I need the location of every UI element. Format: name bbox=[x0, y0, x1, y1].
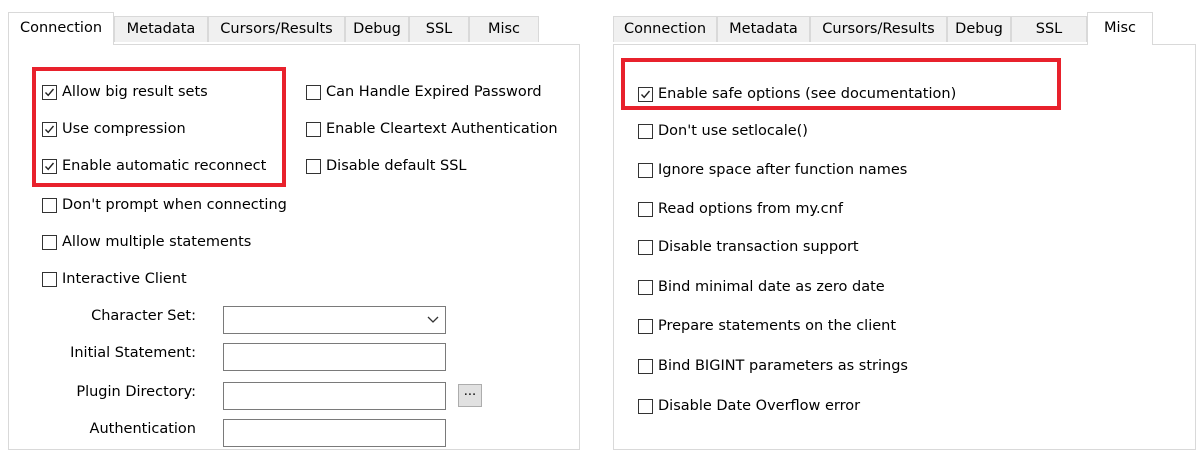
browse-plugin-directory-button[interactable]: ... bbox=[458, 384, 482, 407]
character-set-select[interactable] bbox=[223, 306, 446, 334]
tab-debug[interactable]: Debug bbox=[345, 16, 409, 42]
checkbox-box bbox=[306, 121, 321, 137]
checkbox-box bbox=[42, 121, 57, 137]
checkbox-ignore-space-after-function-names[interactable]: Ignore space after function names bbox=[638, 160, 907, 180]
checkbox-label: Disable transaction support bbox=[658, 239, 859, 255]
checkbox-box bbox=[638, 358, 653, 374]
checkbox-bind-minimal-date-as-zero-date[interactable]: Bind minimal date as zero date bbox=[638, 277, 885, 297]
checkbox-box bbox=[638, 86, 653, 102]
plugin-directory-label: Plugin Directory: bbox=[76, 384, 196, 400]
tab-ssl[interactable]: SSL bbox=[409, 16, 469, 42]
authentication-label: Authentication bbox=[89, 421, 196, 437]
checkbox-disable-default-ssl[interactable]: Disable default SSL bbox=[306, 156, 467, 176]
tab-connection[interactable]: Connection bbox=[8, 12, 114, 45]
checkbox-box bbox=[638, 398, 653, 414]
checkbox-box bbox=[306, 84, 321, 100]
tab-cursors-results[interactable]: Cursors/Results bbox=[810, 16, 947, 42]
initial-statement-input[interactable] bbox=[223, 343, 446, 371]
checkbox-label: Interactive Client bbox=[62, 271, 187, 287]
character-set-label: Character Set: bbox=[91, 308, 196, 324]
tab-metadata[interactable]: Metadata bbox=[114, 16, 208, 42]
tab-connection[interactable]: Connection bbox=[613, 16, 717, 42]
checkbox-dont-use-setlocale[interactable]: Don't use setlocale() bbox=[638, 121, 808, 141]
tab-metadata[interactable]: Metadata bbox=[717, 16, 810, 42]
checkbox-can-handle-expired-password[interactable]: Can Handle Expired Password bbox=[306, 82, 542, 102]
checkbox-label: Can Handle Expired Password bbox=[326, 84, 542, 100]
checkmark-icon bbox=[44, 88, 55, 96]
checkbox-box bbox=[42, 84, 57, 100]
tab-cursors-results[interactable]: Cursors/Results bbox=[208, 16, 345, 42]
checkbox-box bbox=[42, 271, 57, 287]
checkbox-box bbox=[306, 158, 321, 174]
checkbox-label: Disable Date Overflow error bbox=[658, 398, 861, 414]
checkbox-label: Enable safe options (see documentation) bbox=[658, 86, 957, 102]
checkbox-box bbox=[638, 123, 653, 139]
checkbox-label: Don't prompt when connecting bbox=[62, 197, 287, 213]
plugin-directory-input[interactable] bbox=[223, 382, 446, 410]
checkbox-label: Use compression bbox=[62, 121, 186, 137]
checkbox-prepare-statements-on-client[interactable]: Prepare statements on the client bbox=[638, 316, 896, 336]
checkbox-label: Disable default SSL bbox=[326, 158, 467, 174]
initial-statement-label: Initial Statement: bbox=[70, 345, 196, 361]
checkbox-label: Prepare statements on the client bbox=[658, 318, 897, 334]
checkbox-box bbox=[638, 318, 653, 334]
checkbox-label: Bind minimal date as zero date bbox=[658, 279, 885, 295]
misc-options-panel: Connection Metadata Cursors/Results Debu… bbox=[605, 0, 1204, 450]
checkbox-box bbox=[638, 239, 653, 255]
checkbox-enable-cleartext-authentication[interactable]: Enable Cleartext Authentication bbox=[306, 119, 558, 139]
checkbox-box bbox=[42, 234, 57, 250]
tab-misc[interactable]: Misc bbox=[1087, 12, 1153, 45]
checkbox-label: Ignore space after function names bbox=[658, 162, 908, 178]
chevron-down-icon bbox=[427, 316, 439, 323]
checkbox-disable-date-overflow-error[interactable]: Disable Date Overflow error bbox=[638, 396, 860, 416]
checkmark-icon bbox=[44, 125, 55, 133]
checkbox-box bbox=[638, 201, 653, 217]
tab-debug[interactable]: Debug bbox=[947, 16, 1011, 42]
checkbox-label: Don't use setlocale() bbox=[658, 123, 808, 139]
checkmark-icon bbox=[640, 90, 651, 98]
checkbox-box bbox=[638, 279, 653, 295]
checkbox-label: Allow multiple statements bbox=[62, 234, 252, 250]
checkbox-label: Allow big result sets bbox=[62, 84, 208, 100]
checkbox-read-options-from-my-cnf[interactable]: Read options from my.cnf bbox=[638, 199, 843, 219]
checkbox-label: Bind BIGINT parameters as strings bbox=[658, 358, 908, 374]
checkbox-disable-transaction-support[interactable]: Disable transaction support bbox=[638, 237, 859, 257]
tab-ssl[interactable]: SSL bbox=[1011, 16, 1087, 42]
checkbox-box bbox=[42, 158, 57, 174]
checkbox-enable-automatic-reconnect[interactable]: Enable automatic reconnect bbox=[42, 156, 266, 176]
checkbox-use-compression[interactable]: Use compression bbox=[42, 119, 186, 139]
checkbox-dont-prompt-when-connecting[interactable]: Don't prompt when connecting bbox=[42, 195, 287, 215]
checkbox-box bbox=[42, 197, 57, 213]
authentication-input[interactable] bbox=[223, 419, 446, 447]
checkbox-box bbox=[638, 162, 653, 178]
checkbox-label: Enable Cleartext Authentication bbox=[326, 121, 558, 137]
checkbox-label: Enable automatic reconnect bbox=[62, 158, 267, 174]
tab-misc[interactable]: Misc bbox=[469, 16, 539, 42]
checkbox-allow-multiple-statements[interactable]: Allow multiple statements bbox=[42, 232, 251, 252]
checkmark-icon bbox=[44, 162, 55, 170]
checkbox-bind-bigint-parameters-as-strings[interactable]: Bind BIGINT parameters as strings bbox=[638, 356, 908, 376]
checkbox-enable-safe-options[interactable]: Enable safe options (see documentation) bbox=[638, 84, 956, 104]
checkbox-label: Read options from my.cnf bbox=[658, 201, 843, 217]
checkbox-allow-big-result-sets[interactable]: Allow big result sets bbox=[42, 82, 208, 102]
checkbox-interactive-client[interactable]: Interactive Client bbox=[42, 269, 187, 289]
connection-options-panel: Connection Metadata Cursors/Results Debu… bbox=[0, 0, 580, 450]
